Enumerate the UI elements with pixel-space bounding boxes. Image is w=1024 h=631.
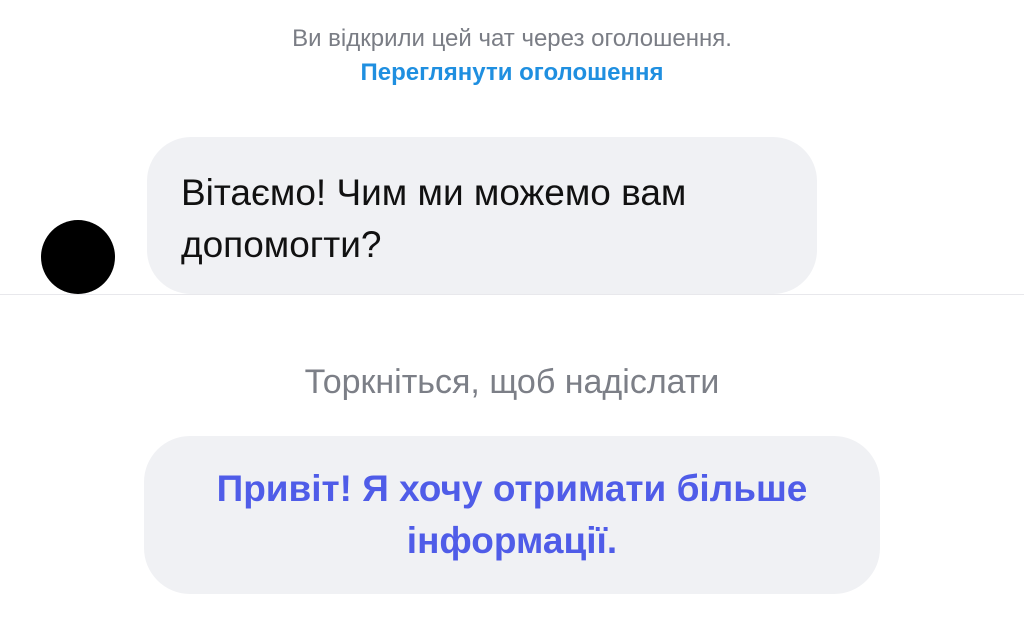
ad-notice: Ви відкрили цей чат через оголошення. Пе…	[0, 22, 1024, 90]
ad-notice-text: Ви відкрили цей чат через оголошення.	[292, 25, 732, 52]
divider	[0, 294, 1024, 295]
avatar[interactable]	[41, 220, 115, 294]
incoming-message-bubble: Вітаємо! Чим ми можемо вам допомогти?	[147, 137, 817, 294]
tap-to-send-hint: Торкніться, щоб надіслати	[304, 363, 720, 401]
quick-reply-text: Привіт! Я хочу отримати більше інформаці…	[216, 468, 808, 561]
quick-reply-button[interactable]: Привіт! Я хочу отримати більше інформаці…	[144, 436, 880, 594]
incoming-message-text: Вітаємо! Чим ми можемо вам допомогти?	[181, 172, 687, 265]
view-ad-link[interactable]: Переглянути оголошення	[361, 56, 664, 90]
